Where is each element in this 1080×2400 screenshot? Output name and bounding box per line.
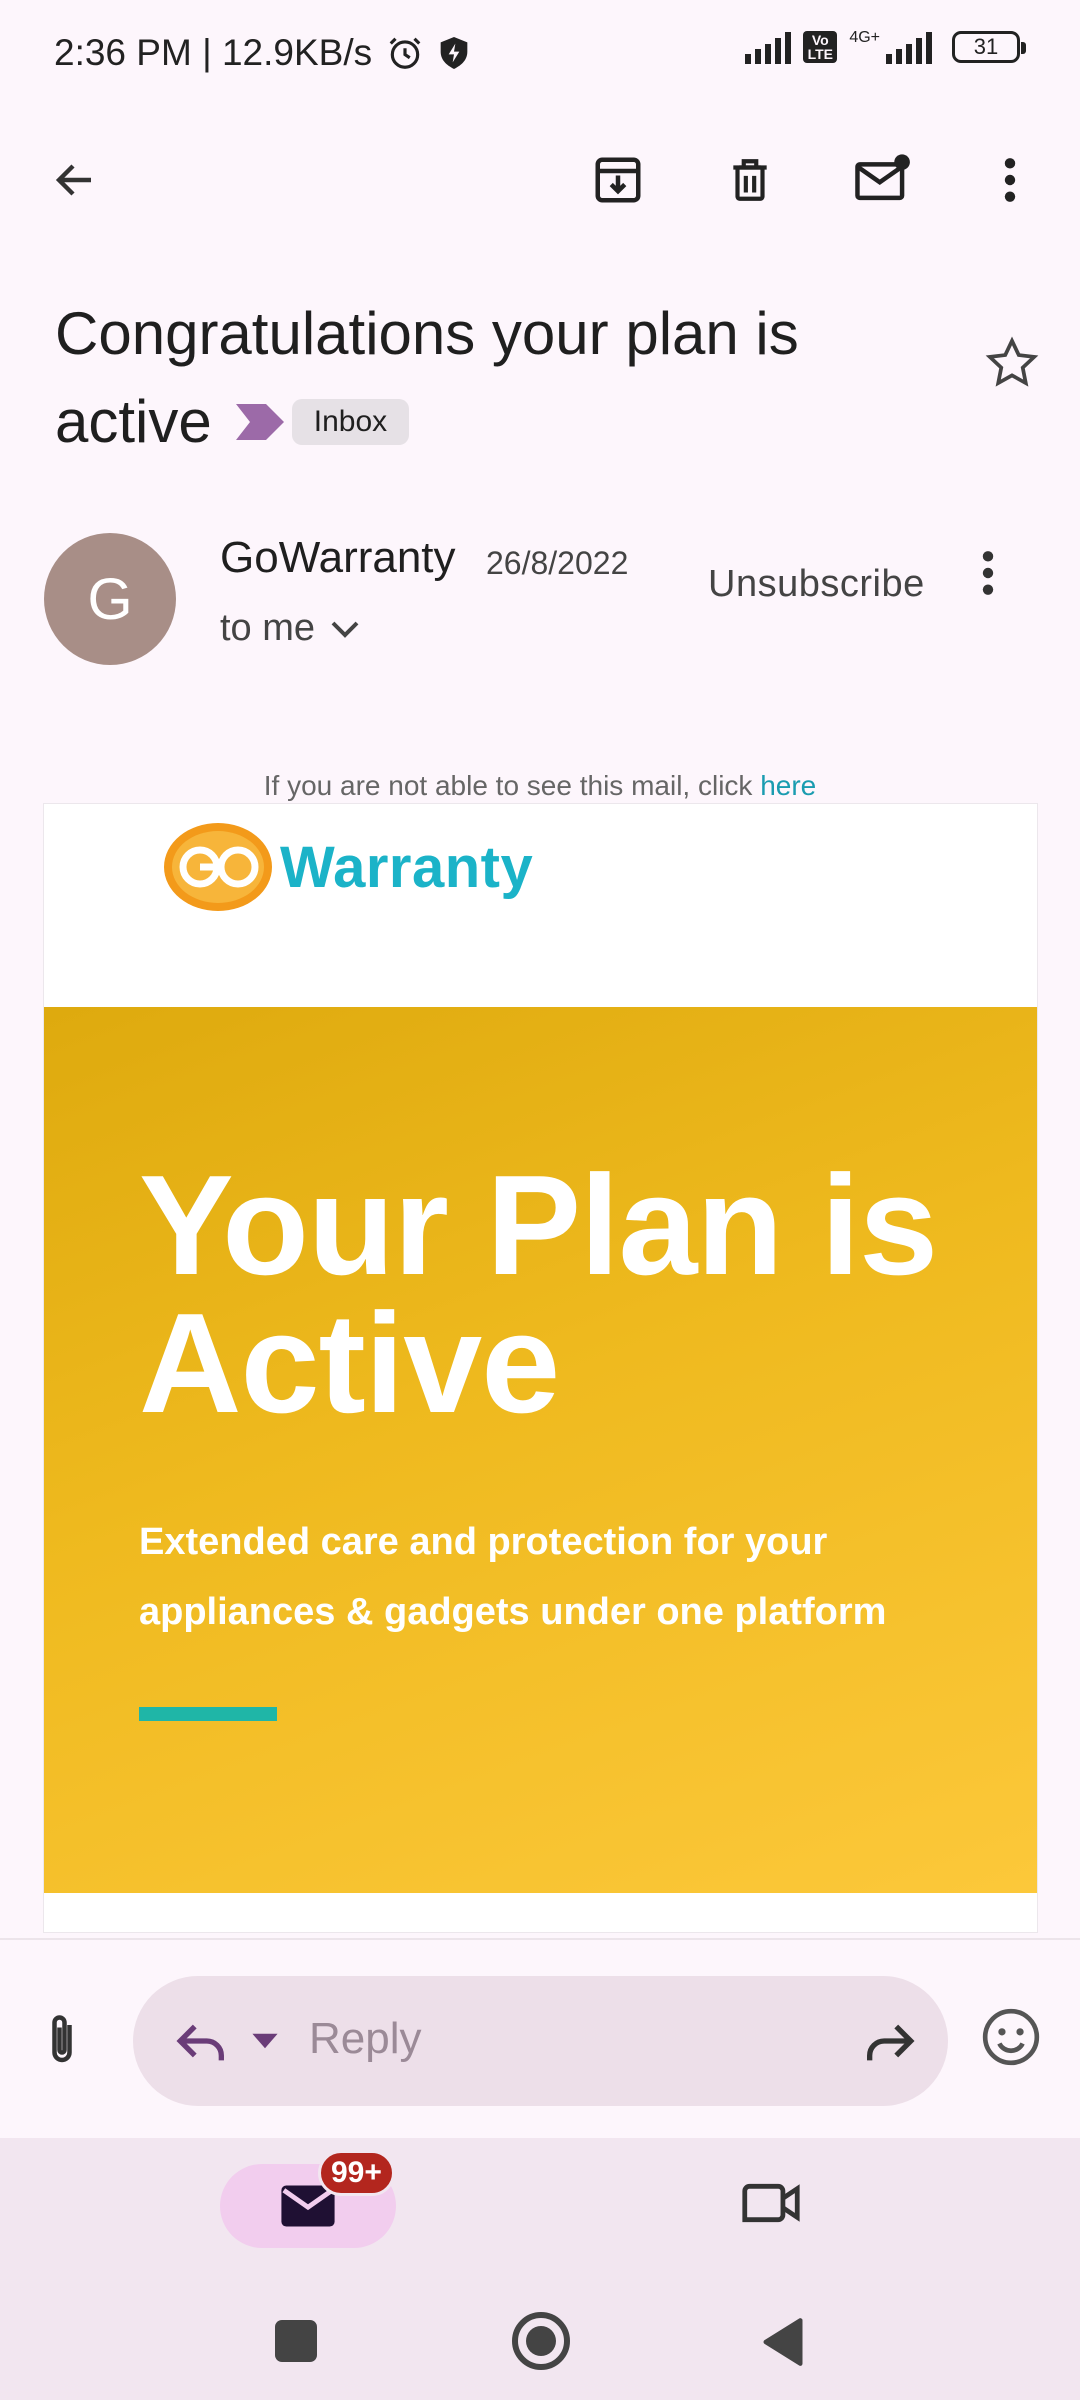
subject-line-1: Congratulations your plan is — [55, 300, 799, 367]
go-logo-icon — [164, 823, 272, 911]
attach-button[interactable] — [42, 2010, 82, 2075]
archive-button[interactable] — [578, 140, 658, 220]
inbox-label-chip[interactable]: Inbox — [291, 399, 410, 445]
caret-down-icon[interactable] — [250, 2032, 280, 2050]
recipient-text: to me — [220, 607, 316, 649]
reply-icon[interactable] — [173, 2012, 231, 2070]
star-button[interactable] — [984, 335, 1040, 396]
view-in-browser-link[interactable]: here — [760, 770, 816, 801]
hero-line-2: Active — [139, 1284, 560, 1443]
mark-unread-icon — [855, 154, 910, 201]
archive-icon — [595, 157, 641, 203]
email-subject: Congratulations your plan is active Inbo… — [55, 290, 955, 466]
status-left: 2:36 PM | 12.9KB/s — [54, 32, 470, 74]
email-date: 26/8/2022 — [486, 545, 629, 581]
status-bar: 2:36 PM | 12.9KB/s Vo LTE 4G+ 31 — [0, 0, 1080, 110]
subject-line-2: active — [55, 388, 212, 455]
unsubscribe-button[interactable]: Unsubscribe — [708, 563, 925, 606]
app-bar — [0, 130, 1080, 230]
shield-icon — [440, 37, 468, 69]
hero-banner: Your Plan is Active Extended care and pr… — [44, 1007, 1037, 1893]
gowarranty-logo[interactable]: Warranty — [162, 819, 533, 915]
alarm-icon — [389, 37, 421, 69]
paperclip-icon — [52, 2015, 72, 2063]
back-button[interactable] — [35, 140, 115, 220]
view-in-browser-note: If you are not able to see this mail, cl… — [0, 770, 1080, 802]
reply-box[interactable]: Reply — [133, 1976, 948, 2106]
hero-line-1: Your Plan is — [139, 1146, 938, 1305]
forward-icon[interactable] — [860, 2012, 918, 2070]
accent-divider — [139, 1707, 277, 1721]
delete-icon — [733, 159, 767, 201]
battery-icon: 31 — [952, 31, 1026, 63]
reply-placeholder: Reply — [309, 2014, 422, 2063]
nav-meet-tab[interactable] — [740, 2178, 802, 2233]
hero-subtext: Extended care and protection for your ap… — [139, 1521, 887, 1633]
importance-marker-icon[interactable] — [235, 404, 284, 440]
more-options-button[interactable] — [970, 140, 1050, 220]
status-right: Vo LTE 4G+ 31 — [745, 29, 1026, 64]
emoji-icon — [982, 2008, 1040, 2066]
email-content-card: Warranty Your Plan is Active Extended ca… — [43, 803, 1038, 1933]
bottom-navigation: 99+ — [0, 2138, 1080, 2400]
home-button[interactable] — [512, 2312, 570, 2370]
hero-heading: Your Plan is Active — [139, 1146, 939, 1443]
home-dot — [526, 2326, 556, 2356]
subject-line-2-row: active Inbox — [55, 378, 955, 466]
recents-button[interactable] — [275, 2320, 317, 2362]
video-camera-icon — [742, 2183, 800, 2223]
view-in-browser-text: If you are not able to see this mail, cl… — [263, 770, 761, 801]
more-vert-icon — [982, 551, 994, 595]
star-icon — [985, 336, 1039, 387]
system-navigation-bar — [0, 2298, 1080, 2388]
more-vert-icon — [1004, 158, 1016, 202]
emoji-button[interactable] — [980, 2006, 1042, 2073]
reply-area: Reply — [0, 1938, 1080, 2138]
signal-icon-2 — [886, 30, 932, 64]
signal-icon — [745, 30, 792, 64]
logo-wordmark: Warranty — [280, 834, 534, 900]
mark-unread-button[interactable] — [842, 140, 922, 220]
delete-button[interactable] — [710, 140, 790, 220]
sender-avatar[interactable]: G — [44, 533, 176, 665]
network-type: 4G+ — [849, 29, 880, 46]
recipient-toggle[interactable]: to me — [220, 607, 359, 650]
status-time: 2:36 PM | 12.9KB/s — [54, 32, 373, 73]
back-triangle-icon[interactable] — [760, 2316, 806, 2368]
chevron-down-icon — [331, 621, 359, 638]
sender-name: GoWarranty — [220, 533, 456, 582]
unread-count-badge: 99+ — [318, 2150, 395, 2196]
sender-more-button[interactable] — [980, 548, 996, 603]
volte-icon: Vo LTE — [803, 31, 838, 63]
back-arrow-icon — [55, 164, 91, 196]
